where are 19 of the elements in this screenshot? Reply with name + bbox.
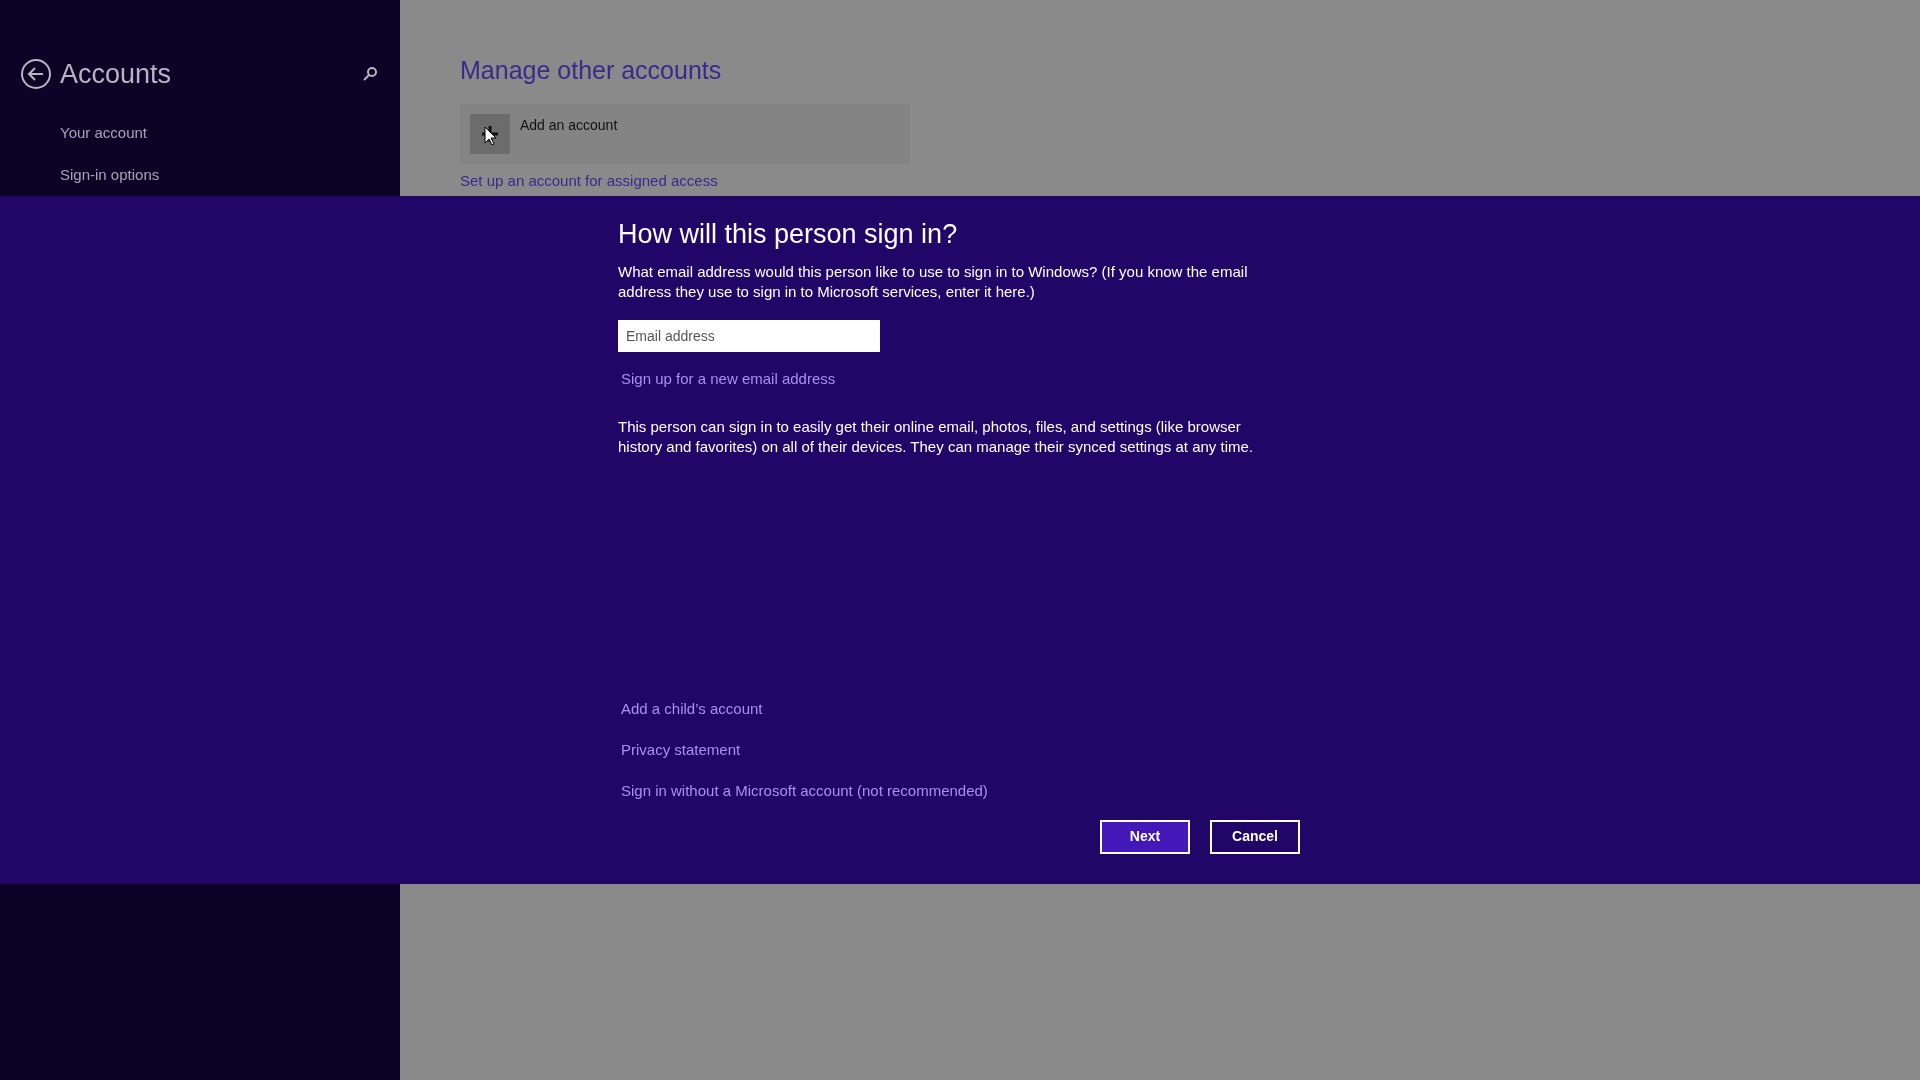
dialog-link[interactable]: Privacy statement bbox=[621, 739, 741, 759]
assigned-access-link[interactable]: Set up an account for assigned access bbox=[460, 172, 1920, 190]
intro-text: What email address would this person like to use to sign in to Windows? (If you know the email address they use to sign in to Microsoft services, enter it here.) bbox=[618, 262, 1249, 302]
back-icon[interactable] bbox=[20, 58, 52, 91]
signup-link[interactable]: Sign up for a new email address bbox=[621, 368, 836, 391]
email-field[interactable]: Email address bbox=[618, 320, 880, 352]
cancel-button[interactable]: Cancel bbox=[1210, 819, 1300, 854]
info-text: This person can sign in to easily get their online email, photos, files, and settings (like browser history and favorites) on all of their devices. They can manage their synced settings at any time. bbox=[618, 416, 1255, 457]
sidebar-title: Accounts bbox=[60, 58, 172, 91]
page-title: Manage other accounts bbox=[460, 55, 723, 86]
dialog-link[interactable]: Sign in without a Microsoft account (not recommended) bbox=[621, 780, 988, 800]
tile-label: Add an account bbox=[520, 116, 618, 135]
add-account-tile[interactable]: Add an account bbox=[460, 104, 910, 164]
search-icon[interactable] bbox=[362, 66, 378, 83]
dialog-title: How will this person sign in? bbox=[618, 218, 959, 251]
dialog-link[interactable]: Add a child’s account bbox=[621, 698, 763, 718]
sidebar-item[interactable]: Sign-in options bbox=[60, 166, 380, 183]
next-button[interactable]: Next bbox=[1100, 819, 1190, 854]
sidebar-item[interactable]: Your account bbox=[60, 124, 380, 141]
